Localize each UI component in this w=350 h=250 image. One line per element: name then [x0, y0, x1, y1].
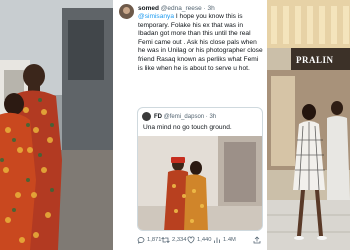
reply-icon [137, 236, 145, 244]
tweet-text: @simisanya I hope you know this is tempo… [138, 13, 264, 73]
like-button[interactable]: 1,440 [187, 235, 212, 245]
quoted-tweet[interactable]: FD @femi_dapson · 3h Una mind no go touc… [137, 107, 263, 231]
couple-photo-right [267, 0, 350, 250]
share-icon [253, 236, 261, 244]
user-avatar[interactable] [119, 4, 134, 19]
tweet-time[interactable]: 3h [208, 5, 215, 12]
quoted-tweet-time[interactable]: 3h [209, 114, 216, 120]
separator-dot: · [203, 5, 206, 12]
views-button[interactable]: 1.4M [213, 235, 236, 245]
tweet-actions: 1,871 2,334 1,440 1.4M [137, 235, 265, 245]
share-button[interactable] [253, 235, 261, 245]
couple-photo-illustration [0, 0, 113, 250]
retweet-count: 2,334 [172, 237, 187, 243]
couple-photo-left [0, 0, 113, 250]
quoted-display-name[interactable]: FD [154, 114, 162, 120]
reply-button[interactable]: 1,871 [137, 235, 162, 245]
quoted-user-line: FD @femi_dapson · 3h [154, 113, 216, 121]
store-photo-illustration [267, 0, 350, 250]
user-handle[interactable]: @edna_reese [161, 5, 202, 12]
quoted-tweet-text: Una mind no go touch ground. [143, 124, 232, 131]
quoted-tweet-header: FD @femi_dapson · 3h [142, 112, 260, 122]
views-count: 1.4M [223, 237, 236, 243]
display-name[interactable]: somed [138, 5, 159, 12]
quoted-user-avatar[interactable] [142, 112, 151, 121]
reply-count: 1,871 [147, 237, 162, 243]
quoted-photo-illustration [138, 136, 262, 230]
tweet-body-text: I hope you know this is temporary. Folak… [138, 13, 263, 72]
tweet-card[interactable]: somed @edna_reese · 3h @simisanya I hope… [113, 0, 267, 250]
heart-icon [187, 236, 195, 244]
quoted-user-handle[interactable]: @femi_dapson [164, 114, 204, 120]
mention-link[interactable]: @simisanya [138, 13, 174, 20]
like-count: 1,440 [197, 237, 212, 243]
quoted-tweet-photo[interactable] [138, 136, 262, 230]
store-sign: PRALIN [296, 55, 334, 65]
retweet-icon [161, 236, 170, 244]
tweet-user-line: somed @edna_reese · 3h [138, 5, 215, 13]
retweet-button[interactable]: 2,334 [161, 235, 187, 245]
quoted-separator-dot: · [205, 114, 208, 120]
views-icon [213, 236, 221, 244]
